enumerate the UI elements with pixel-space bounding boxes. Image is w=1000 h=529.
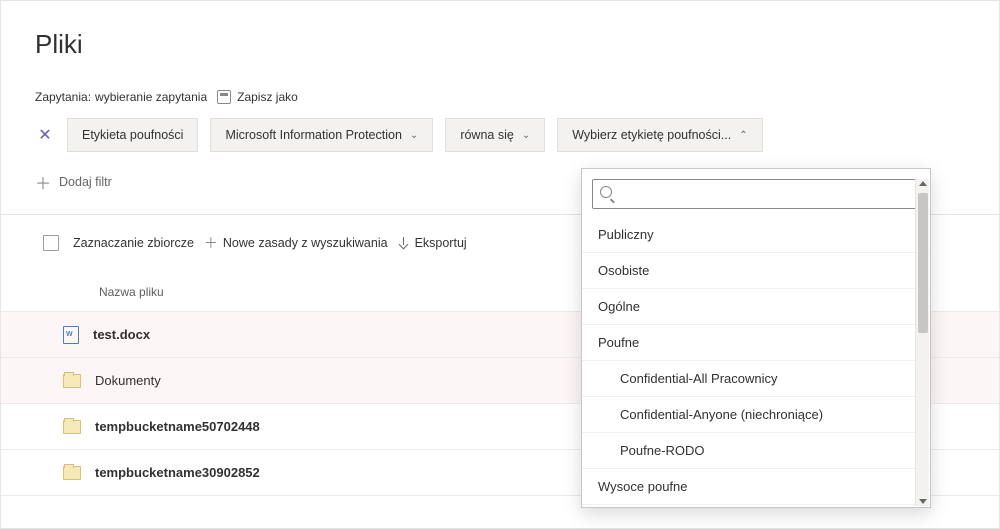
queries-label: Zapytania: <box>35 90 91 104</box>
bulk-select-label: Zaznaczanie zbiorcze <box>73 236 194 250</box>
filter-source-label: Microsoft Information Protection <box>225 128 401 142</box>
scroll-up-icon <box>919 181 927 186</box>
new-policy-label: Nowe zasady z wyszukiwania <box>223 236 388 250</box>
filter-value-pill[interactable]: Wybierz etykietę poufności... ⌃ <box>557 118 762 152</box>
filter-bar: ✕ Etykieta poufności Microsoft Informati… <box>1 118 999 152</box>
dropdown-option[interactable]: Poufne-RODO <box>582 433 930 469</box>
row-name: Dokumenty <box>95 373 161 388</box>
chevron-down-icon: ⌄ <box>522 130 530 141</box>
plus-icon: ＋ <box>35 170 51 194</box>
query-picker[interactable]: wybieranie zapytania <box>95 90 207 104</box>
dropdown-option[interactable]: Osobiste <box>582 253 930 289</box>
scrollbar-thumb[interactable] <box>918 193 928 333</box>
filter-field-pill[interactable]: Etykieta poufności <box>67 118 198 152</box>
select-all-checkbox[interactable] <box>43 235 59 251</box>
export-button[interactable]: Eksportuj <box>398 236 467 250</box>
dropdown-option[interactable]: Ogólne <box>582 289 930 325</box>
chevron-down-icon: ⌄ <box>410 130 418 141</box>
row-name: tempbucketname30902852 <box>95 465 260 480</box>
word-file-icon <box>63 326 79 344</box>
plus-icon: ＋ <box>204 233 218 253</box>
dropdown-option[interactable]: Wysoce poufne <box>582 469 930 505</box>
dropdown-option[interactable]: Confidential-Anyone (niechroniące) <box>582 397 930 433</box>
save-icon <box>217 90 231 104</box>
save-as-button[interactable]: Zapisz jako <box>237 90 298 104</box>
filter-operator-pill[interactable]: równa się ⌄ <box>445 118 545 152</box>
dropdown-option[interactable]: Poufne <box>582 325 930 361</box>
remove-filter-button[interactable]: ✕ <box>35 125 55 145</box>
dropdown-option[interactable]: Highly Confidential-All Employees <box>582 505 930 507</box>
row-name: tempbucketname50702448 <box>95 419 260 434</box>
download-icon <box>398 237 410 249</box>
dropdown-options-list: PublicznyOsobisteOgólnePoufneConfidentia… <box>582 217 930 507</box>
export-label: Eksportuj <box>415 236 467 250</box>
page-title: Pliki <box>1 1 999 60</box>
search-icon <box>600 186 612 198</box>
dropdown-option[interactable]: Publiczny <box>582 217 930 253</box>
scroll-down-icon <box>919 499 927 504</box>
chevron-up-icon: ⌃ <box>739 130 747 141</box>
bulk-select-button[interactable]: Zaznaczanie zbiorcze <box>73 236 194 250</box>
filter-source-pill[interactable]: Microsoft Information Protection ⌄ <box>210 118 433 152</box>
sensitivity-label-dropdown: PublicznyOsobisteOgólnePoufneConfidentia… <box>581 168 931 508</box>
scrollbar[interactable] <box>915 179 929 506</box>
row-name: test.docx <box>93 327 150 342</box>
dropdown-option[interactable]: Confidential-All Pracownicy <box>582 361 930 397</box>
folder-icon <box>63 466 81 480</box>
filter-operator-label: równa się <box>460 128 514 142</box>
filter-field-label: Etykieta poufności <box>82 128 183 142</box>
query-bar: Zapytania: wybieranie zapytania Zapisz j… <box>1 60 999 118</box>
dropdown-search-input[interactable] <box>592 179 920 209</box>
folder-icon <box>63 374 81 388</box>
filter-value-placeholder: Wybierz etykietę poufności... <box>572 128 731 142</box>
add-filter-label: Dodaj filtr <box>59 175 112 189</box>
new-policy-button[interactable]: ＋ Nowe zasady z wyszukiwania <box>204 233 388 253</box>
folder-icon <box>63 420 81 434</box>
